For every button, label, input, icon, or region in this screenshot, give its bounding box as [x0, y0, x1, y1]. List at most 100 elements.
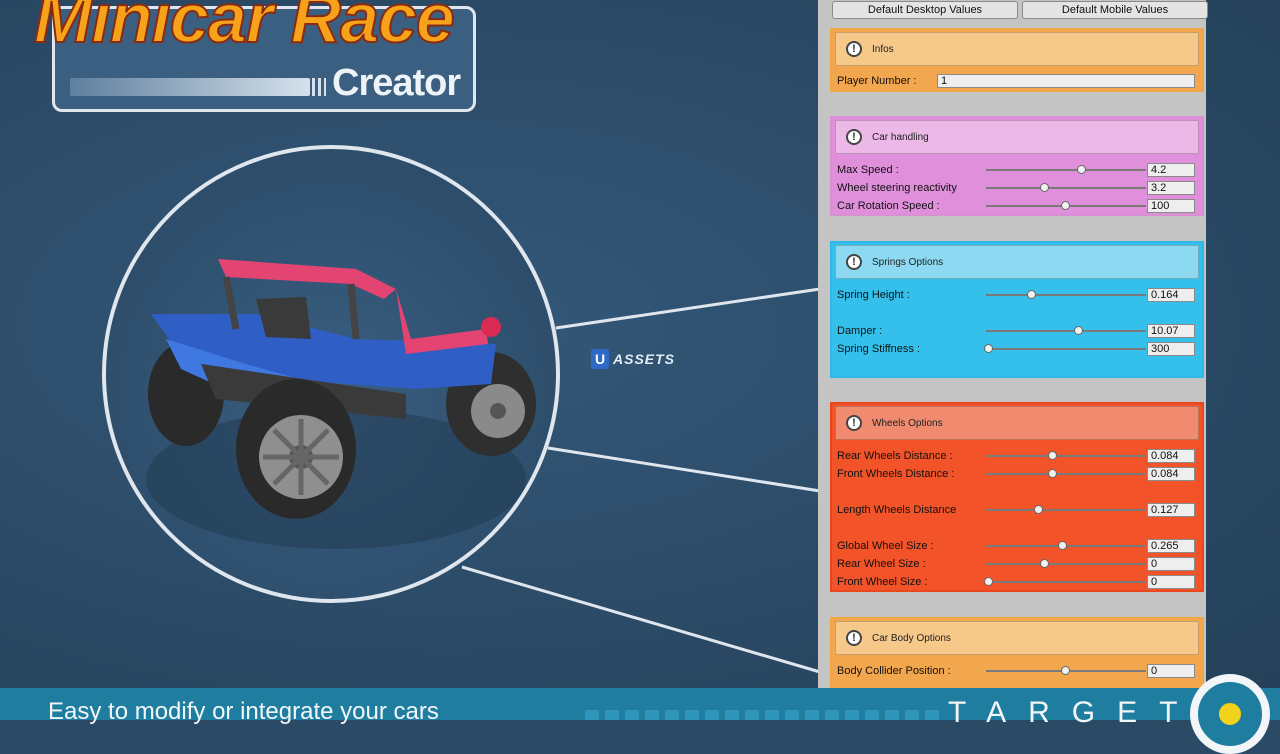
- uassets-text: ASSETS: [613, 351, 676, 367]
- player-number-input[interactable]: 1: [937, 74, 1195, 88]
- slider-thumb[interactable]: [984, 344, 994, 353]
- banner-caption: Easy to modify or integrate your cars: [48, 698, 439, 725]
- slider-row: Spring Stiffness : 300: [837, 341, 1198, 357]
- banner-decoration: [585, 710, 945, 720]
- section-title-wheels: Wheels Options: [872, 417, 943, 429]
- value-input[interactable]: 10.07: [1147, 324, 1195, 338]
- section-springs-options: ! Springs Options Spring Height : 0.164 Da…: [830, 241, 1204, 378]
- inspector-panel: Default Desktop Values Default Mobile Va…: [818, 0, 1208, 707]
- value-input[interactable]: 0.164: [1147, 288, 1195, 302]
- connector-line-springs: [555, 287, 821, 330]
- value-input[interactable]: 4.2: [1147, 163, 1195, 177]
- car-preview-circle: [102, 145, 560, 603]
- slider-label: Length Wheels Distance: [837, 504, 957, 516]
- buggy-car-image: [146, 259, 536, 549]
- slider-track[interactable]: [984, 577, 1146, 586]
- slider-track[interactable]: [986, 505, 1146, 514]
- section-header-wheels-options[interactable]: ! Wheels Options: [835, 406, 1199, 440]
- warning-icon: !: [846, 41, 862, 57]
- slider-row: Spring Height : 0.164: [837, 287, 1198, 303]
- slider-track[interactable]: [986, 469, 1146, 478]
- warning-icon: !: [846, 415, 862, 431]
- uassets-watermark: U ASSETS: [591, 349, 675, 369]
- section-infos: ! Infos Player Number : 1: [830, 28, 1204, 92]
- slider-thumb[interactable]: [1061, 201, 1070, 210]
- slider-row: Length Wheels Distance 0.127: [837, 502, 1198, 518]
- slider-thumb[interactable]: [1057, 541, 1067, 550]
- slider-label: Front Wheel Size :: [837, 576, 928, 588]
- value-input[interactable]: 0.265: [1147, 539, 1195, 553]
- slider-thumb[interactable]: [1061, 666, 1070, 675]
- slider-thumb[interactable]: [1048, 451, 1058, 460]
- slider-label: Global Wheel Size :: [837, 540, 934, 552]
- slider-row: Max Speed : 4.2: [837, 162, 1198, 178]
- warning-icon: !: [846, 254, 862, 270]
- section-header-car-body-options[interactable]: ! Car Body Options: [835, 621, 1199, 655]
- slider-thumb[interactable]: [1048, 469, 1058, 478]
- section-header-springs-options[interactable]: ! Springs Options: [835, 245, 1199, 279]
- slider-thumb[interactable]: [1040, 183, 1050, 192]
- slider-row: Front Wheel Size : 0: [837, 574, 1198, 590]
- slider-track[interactable]: [986, 201, 1146, 210]
- slider-thumb[interactable]: [1027, 290, 1037, 299]
- connector-line-wheels: [547, 446, 821, 493]
- value-input[interactable]: 0: [1147, 575, 1195, 589]
- value-input[interactable]: 0.127: [1147, 503, 1195, 517]
- value-input[interactable]: 100: [1147, 199, 1195, 213]
- warning-icon: !: [846, 129, 862, 145]
- slider-label: Body Collider Position :: [837, 665, 951, 677]
- warning-icon: !: [846, 630, 862, 646]
- value-input[interactable]: 300: [1147, 342, 1195, 356]
- section-title-car-handling: Car handling: [872, 131, 929, 143]
- slider-label: Car Rotation Speed :: [837, 200, 940, 212]
- slider-row: Damper : 10.07: [837, 323, 1198, 339]
- slider-thumb[interactable]: [1073, 326, 1083, 335]
- section-title-springs: Springs Options: [872, 256, 944, 268]
- slider-thumb[interactable]: [1040, 559, 1050, 568]
- slider-track[interactable]: [986, 183, 1146, 192]
- connector-line-body: [461, 565, 821, 674]
- value-input[interactable]: 0: [1147, 557, 1195, 571]
- section-car-handling: ! Car handling Max Speed : 4.2 Wheel steer…: [830, 116, 1204, 216]
- slider-thumb[interactable]: [1077, 165, 1086, 174]
- section-title-infos: Infos: [872, 43, 894, 55]
- slider-row: Front Wheels Distance : 0.084: [837, 466, 1198, 482]
- target-logo-center: [1214, 698, 1246, 730]
- slider-label: Damper :: [837, 325, 883, 337]
- value-input[interactable]: 0.084: [1147, 449, 1195, 463]
- value-input[interactable]: 3.2: [1147, 181, 1195, 195]
- default-mobile-values-button[interactable]: Default Mobile Values: [1022, 1, 1208, 19]
- section-header-infos[interactable]: ! Infos: [835, 32, 1199, 66]
- slider-label: Spring Height :: [837, 289, 910, 301]
- slider-track[interactable]: [986, 165, 1146, 174]
- field-row-player-number: Player Number : 1: [837, 73, 1198, 89]
- slider-track[interactable]: [986, 666, 1146, 675]
- slider-label: Wheel steering reactivity: [837, 182, 957, 194]
- slider-track[interactable]: [986, 559, 1146, 568]
- slider-label: Max Speed :: [837, 164, 899, 176]
- default-values-toolbar: Default Desktop Values Default Mobile Va…: [832, 1, 1208, 19]
- slider-row: Rear Wheel Size : 0: [837, 556, 1198, 572]
- value-input[interactable]: 0: [1147, 664, 1195, 678]
- slider-label: Rear Wheels Distance :: [837, 450, 953, 462]
- slider-thumb[interactable]: [1033, 505, 1043, 514]
- section-title-car-body: Car Body Options: [872, 632, 951, 644]
- slider-track[interactable]: [986, 326, 1146, 335]
- slider-row: Body Collider Position : 0: [837, 663, 1198, 679]
- slider-track[interactable]: [986, 451, 1146, 460]
- slider-track[interactable]: [984, 344, 1146, 353]
- slider-row: Wheel steering reactivity 3.2: [837, 180, 1198, 196]
- slider-track[interactable]: [986, 290, 1146, 299]
- default-desktop-values-button[interactable]: Default Desktop Values: [832, 1, 1018, 19]
- slider-label: Spring Stiffness :: [837, 343, 920, 355]
- slider-track[interactable]: [986, 541, 1146, 550]
- brand-name: TARGET: [948, 696, 1200, 729]
- slider-row: Rear Wheels Distance : 0.084: [837, 448, 1198, 464]
- section-wheels-options: ! Wheels Options Rear Wheels Distance : 0…: [830, 402, 1204, 592]
- target-logo-icon: [1190, 674, 1270, 754]
- section-header-car-handling[interactable]: ! Car handling: [835, 120, 1199, 154]
- value-input[interactable]: 0.084: [1147, 467, 1195, 481]
- slider-thumb[interactable]: [984, 577, 994, 586]
- uassets-badge: U: [591, 349, 609, 369]
- slider-label: Rear Wheel Size :: [837, 558, 926, 570]
